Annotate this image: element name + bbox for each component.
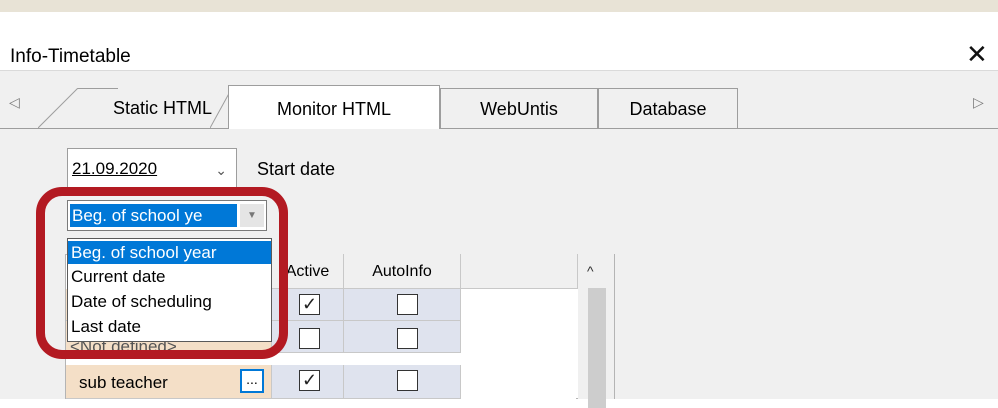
close-icon[interactable]: ✕ xyxy=(966,41,988,67)
active-checkbox[interactable]: ✓ xyxy=(299,294,320,315)
tab-monitor-html[interactable]: Monitor HTML xyxy=(228,85,440,129)
start-mode-dropdown-list: Beg. of school year Current date Date of… xyxy=(67,238,272,342)
start-mode-selected: Beg. of school ye xyxy=(70,204,237,227)
option-date-of-scheduling[interactable]: Date of scheduling xyxy=(68,290,271,313)
autoinfo-checkbox[interactable] xyxy=(397,370,418,391)
checkmark-icon: ✓ xyxy=(301,294,318,314)
checkmark-icon: ✓ xyxy=(301,370,318,390)
empty-column xyxy=(461,289,576,399)
option-current-date[interactable]: Current date xyxy=(68,265,271,288)
tab-scroll-right-icon[interactable]: ▷ xyxy=(973,94,984,111)
chevron-down-icon[interactable]: ▼ xyxy=(240,204,264,227)
start-date-picker[interactable]: 21.09.2020 ⌄ xyxy=(67,148,237,190)
tab-webuntis[interactable]: WebUntis xyxy=(440,88,598,128)
tab-scroll-left-icon[interactable]: ◁ xyxy=(9,94,20,111)
autoinfo-checkbox[interactable] xyxy=(397,294,418,315)
column-header-active[interactable]: Active xyxy=(272,254,344,289)
active-checkbox[interactable] xyxy=(299,328,320,349)
chevron-down-icon[interactable]: ⌄ xyxy=(215,162,227,179)
start-date-value: 21.09.2020 xyxy=(72,159,158,178)
start-date-label: Start date xyxy=(257,159,336,179)
autoinfo-checkbox[interactable] xyxy=(397,328,418,349)
option-beg-of-school-year[interactable]: Beg. of school year xyxy=(68,241,271,264)
background-strip xyxy=(0,0,998,12)
teacher-name: sub teacher xyxy=(79,373,168,392)
scrollbar-thumb[interactable] xyxy=(588,288,606,408)
title-bar: Info-Timetable ✕ xyxy=(0,12,998,70)
active-checkbox[interactable]: ✓ xyxy=(299,370,320,391)
option-last-date[interactable]: Last date xyxy=(68,315,271,338)
column-header-autoinfo[interactable]: AutoInfo xyxy=(344,254,461,289)
window-title: Info-Timetable xyxy=(10,46,131,67)
start-mode-combobox[interactable]: Beg. of school ye ▼ xyxy=(67,200,267,231)
scroll-up-icon[interactable]: ^ xyxy=(587,263,594,279)
tab-database[interactable]: Database xyxy=(598,88,738,128)
tab-static-html[interactable]: Static HTML xyxy=(100,88,225,128)
grid-scrollbar[interactable]: ^ xyxy=(578,254,614,408)
ellipsis-button[interactable]: ... xyxy=(240,369,264,393)
column-header-empty xyxy=(461,254,578,289)
